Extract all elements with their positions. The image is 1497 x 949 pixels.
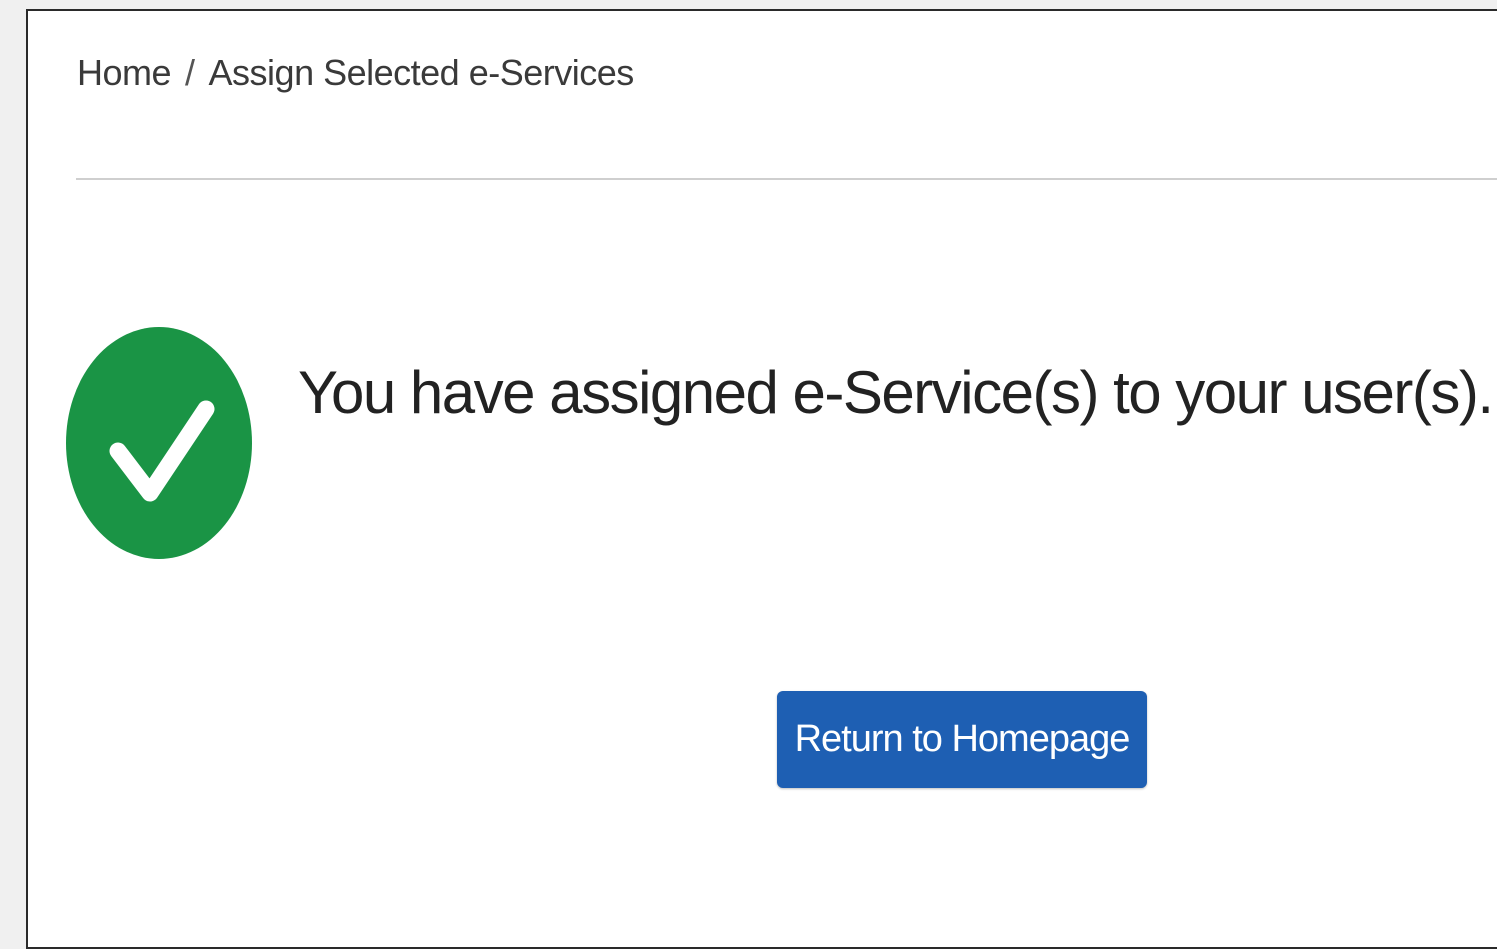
success-message: You have assigned e-Service(s) to your u…: [298, 359, 1494, 426]
return-to-homepage-button[interactable]: Return to Homepage: [777, 691, 1147, 788]
divider: [76, 178, 1497, 180]
breadcrumb-current: Assign Selected e-Services: [208, 52, 635, 93]
content-panel: Home / Assign Selected e-Services You have…: [26, 9, 1497, 949]
check-circle-icon: [66, 327, 252, 559]
breadcrumb-separator: /: [185, 52, 195, 93]
breadcrumb-home-link[interactable]: Home: [77, 52, 172, 93]
breadcrumb: Home / Assign Selected e-Services: [77, 49, 634, 97]
